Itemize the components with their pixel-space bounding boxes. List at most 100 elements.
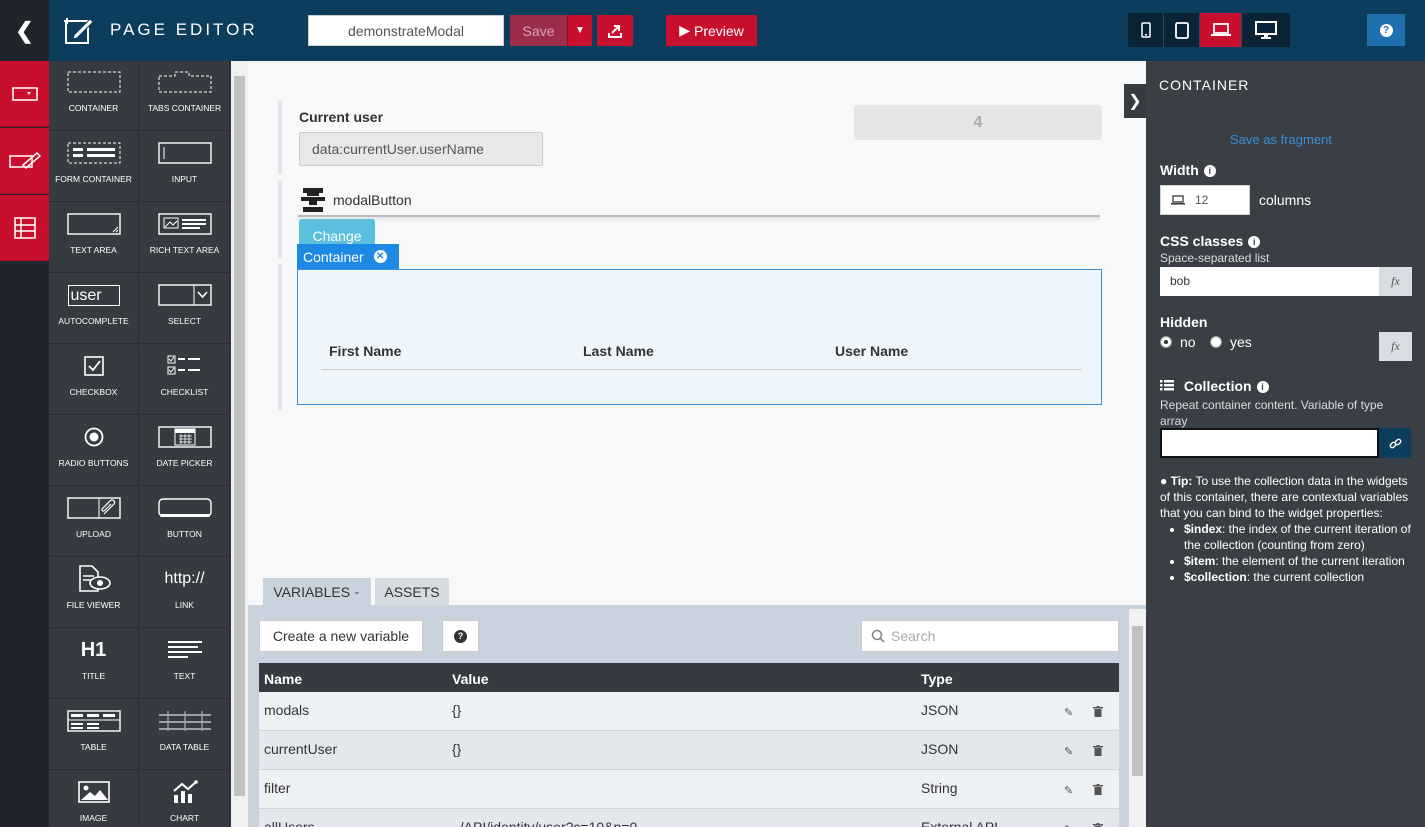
row-handle[interactable]: [278, 264, 282, 410]
laptop-view-button[interactable]: [1200, 13, 1242, 47]
pencil-icon[interactable]: ✎: [1064, 706, 1073, 719]
rail-edit-button[interactable]: [0, 128, 49, 194]
width-input[interactable]: 12: [1160, 185, 1250, 215]
tab-assets[interactable]: ASSETS: [375, 578, 449, 605]
current-user-input[interactable]: data:currentUser.userName: [299, 132, 543, 166]
palette-upload[interactable]: UPLOAD: [49, 487, 139, 557]
app-title: PAGE EDITOR: [110, 20, 258, 39]
css-classes-input[interactable]: bob: [1160, 267, 1379, 296]
current-user-label: Current user: [299, 109, 384, 125]
tip-list: $index: the index of the current iterati…: [1184, 521, 1416, 585]
palette-chart[interactable]: CHART: [140, 771, 230, 827]
count-badge-widget[interactable]: 4: [854, 105, 1102, 140]
left-rail: [0, 61, 49, 827]
palette-button[interactable]: BUTTON: [140, 487, 230, 557]
save-button[interactable]: Save: [510, 15, 567, 46]
save-as-fragment-link[interactable]: Save as fragment: [1230, 132, 1332, 147]
palette-label: CHECKBOX: [69, 387, 118, 397]
collection-label: Collection i: [1160, 378, 1269, 394]
palette-autocomplete[interactable]: user AUTOCOMPLETE: [49, 274, 139, 344]
palette-label: CONTAINER: [68, 103, 119, 113]
select-icon: [140, 282, 229, 308]
collapse-properties-button[interactable]: ❯: [1124, 84, 1146, 118]
palette-image[interactable]: IMAGE: [49, 771, 139, 827]
variables-search-input[interactable]: Search: [861, 620, 1119, 652]
palette-label: TEXT: [173, 671, 196, 681]
hidden-label: Hidden: [1160, 314, 1208, 330]
palette-rich-text-area[interactable]: RICH TEXT AREA: [140, 203, 230, 273]
palette-link[interactable]: http:// LINK: [140, 558, 230, 628]
collection-input[interactable]: [1160, 428, 1379, 458]
edit-form-icon: [8, 151, 41, 169]
palette-table[interactable]: TABLE: [49, 700, 139, 770]
collection-bind-button[interactable]: [1379, 428, 1411, 458]
selected-container[interactable]: [297, 269, 1102, 405]
variables-help-button[interactable]: ?: [442, 620, 479, 652]
palette-container[interactable]: CONTAINER: [49, 61, 139, 131]
table-header-last-name: Last Name: [583, 343, 654, 359]
pencil-icon[interactable]: ✎: [1064, 745, 1073, 758]
palette-checkbox[interactable]: CHECKBOX: [49, 345, 139, 415]
save-dropdown-button[interactable]: ▼: [567, 15, 592, 46]
table-row[interactable]: allUsers ../API/identity/user?c=10&p=0 Ext…: [259, 809, 1119, 827]
pencil-icon[interactable]: ✎: [1064, 823, 1073, 827]
trash-icon[interactable]: [1093, 823, 1103, 827]
help-button[interactable]: ?: [1367, 14, 1405, 46]
palette-label: AUTOCOMPLETE: [58, 316, 129, 326]
palette-tabs-container[interactable]: TABS CONTAINER: [140, 61, 230, 131]
trash-icon[interactable]: [1093, 706, 1103, 720]
tablet-view-button[interactable]: [1164, 13, 1200, 47]
palette-icon-text: H1: [80, 638, 107, 661]
table-header-divider: [321, 369, 1082, 370]
rail-widgets-button[interactable]: [0, 61, 49, 127]
variables-table-header: Name Value Type: [259, 663, 1119, 692]
create-variable-button[interactable]: Create a new variable: [259, 620, 423, 652]
palette-text-area[interactable]: TEXT AREA: [49, 203, 139, 273]
data-table-icon: [140, 708, 229, 734]
palette-date-picker[interactable]: DATE PICKER: [140, 416, 230, 486]
tip-title: Tip:: [1170, 474, 1193, 488]
palette-form-container[interactable]: FORM CONTAINER: [49, 132, 139, 202]
variable-value: {}: [452, 702, 462, 718]
pencil-icon[interactable]: ✎: [1064, 784, 1073, 797]
palette-input[interactable]: INPUT: [140, 132, 230, 202]
date-picker-icon: [140, 424, 229, 450]
variables-scrollbar-thumb[interactable]: [1132, 626, 1143, 776]
export-button[interactable]: [597, 15, 633, 46]
palette-scrollbar-thumb[interactable]: [234, 76, 245, 796]
palette-label: RADIO BUTTONS: [58, 458, 129, 468]
hidden-no-radio[interactable]: [1160, 336, 1172, 348]
palette-title[interactable]: H1 TITLE: [49, 629, 139, 699]
preview-label: Preview: [693, 22, 744, 39]
phone-view-button[interactable]: [1128, 13, 1164, 47]
preview-button[interactable]: ▶ Preview: [666, 15, 757, 46]
row-handle[interactable]: [278, 180, 282, 258]
back-button[interactable]: ❮: [0, 0, 49, 61]
trash-icon[interactable]: [1093, 745, 1103, 759]
palette-radio-buttons[interactable]: RADIO BUTTONS: [49, 416, 139, 486]
table-row[interactable]: modals {} JSON ✎: [259, 692, 1119, 731]
trash-icon[interactable]: [1093, 784, 1103, 798]
page-name-input[interactable]: demonstrateModal: [308, 15, 504, 46]
palette-text[interactable]: TEXT: [140, 629, 230, 699]
palette-file-viewer[interactable]: FILE VIEWER: [49, 558, 139, 628]
page-editor-logo-icon: [64, 18, 94, 44]
hidden-yes-radio[interactable]: [1210, 336, 1222, 348]
css-fx-button[interactable]: fx: [1379, 267, 1412, 296]
properties-title: CONTAINER: [1159, 77, 1250, 93]
rich-text-area-icon: [140, 211, 229, 237]
palette-data-table[interactable]: DATA TABLE: [140, 700, 230, 770]
collection-hint: Repeat container content. Variable of ty…: [1160, 398, 1384, 428]
rail-layout-button[interactable]: [0, 195, 49, 261]
remove-container-icon[interactable]: ✕: [373, 250, 387, 263]
table-row[interactable]: filter String ✎: [259, 770, 1119, 809]
tip-description: : the element of the current iteration: [1215, 554, 1405, 568]
palette-select[interactable]: SELECT: [140, 274, 230, 344]
tab-variables[interactable]: VARIABLES ⌄: [263, 578, 371, 605]
palette-checklist[interactable]: CHECKLIST: [140, 345, 230, 415]
container-tag[interactable]: Container ✕: [297, 244, 399, 269]
row-handle[interactable]: [278, 100, 282, 174]
hidden-fx-button[interactable]: fx: [1379, 332, 1412, 361]
desktop-view-button[interactable]: [1242, 13, 1290, 47]
table-row[interactable]: currentUser {} JSON ✎: [259, 731, 1119, 770]
